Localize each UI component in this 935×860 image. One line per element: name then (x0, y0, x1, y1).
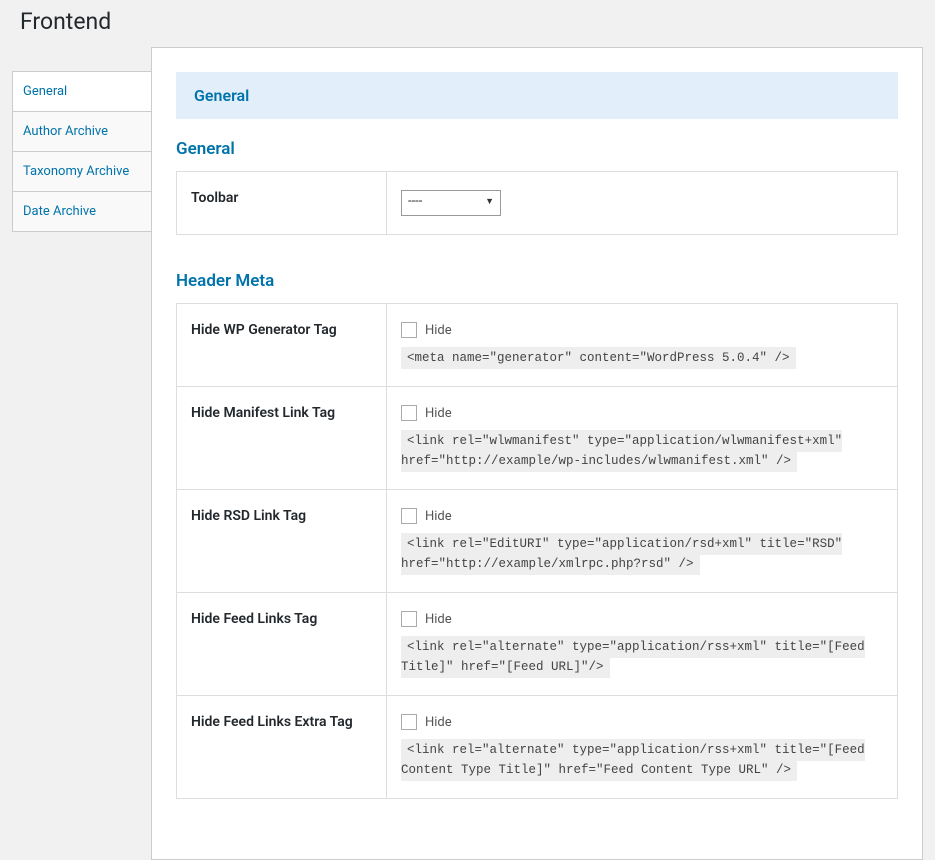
content-panel: General General Toolbar ---- Header Meta… (151, 47, 923, 860)
row-label: Hide Feed Links Tag (177, 593, 387, 696)
checkbox-label: Hide (425, 406, 452, 421)
sidebar: General Author Archive Taxonomy Archive … (12, 71, 152, 860)
checkbox-label: Hide (425, 715, 452, 730)
sidebar-item-taxonomy-archive[interactable]: Taxonomy Archive (12, 152, 152, 192)
checkbox-wrap: Hide (401, 508, 883, 524)
header-bar: General (176, 72, 898, 119)
header-meta-table: Hide WP Generator Tag Hide <meta name="g… (176, 303, 898, 799)
row-hide-wp-generator: Hide WP Generator Tag Hide <meta name="g… (177, 304, 898, 387)
sidebar-item-author-archive[interactable]: Author Archive (12, 112, 152, 152)
checkbox-hide-feed-links-extra[interactable] (401, 714, 417, 730)
code-snippet: <link rel="alternate" type="application/… (401, 636, 865, 678)
section-title-header-meta: Header Meta (176, 271, 898, 291)
section-title-general: General (176, 139, 898, 159)
row-hide-feed-links: Hide Feed Links Tag Hide <link rel="alte… (177, 593, 898, 696)
row-hide-feed-links-extra: Hide Feed Links Extra Tag Hide <link rel… (177, 696, 898, 799)
checkbox-hide-manifest[interactable] (401, 405, 417, 421)
row-label: Hide WP Generator Tag (177, 304, 387, 387)
row-label: Hide Manifest Link Tag (177, 387, 387, 490)
checkbox-wrap: Hide (401, 405, 883, 421)
code-snippet: <meta name="generator" content="WordPres… (401, 347, 796, 369)
main-wrap: General Author Archive Taxonomy Archive … (0, 47, 935, 860)
code-snippet: <link rel="alternate" type="application/… (401, 739, 865, 781)
row-hide-rsd: Hide RSD Link Tag Hide <link rel="EditUR… (177, 490, 898, 593)
checkbox-hide-rsd[interactable] (401, 508, 417, 524)
toolbar-select[interactable]: ---- (401, 190, 501, 216)
row-toolbar-label: Toolbar (177, 172, 387, 235)
checkbox-hide-wp-generator[interactable] (401, 322, 417, 338)
general-table: Toolbar ---- (176, 171, 898, 235)
checkbox-label: Hide (425, 509, 452, 524)
checkbox-wrap: Hide (401, 322, 883, 338)
checkbox-hide-feed-links[interactable] (401, 611, 417, 627)
checkbox-label: Hide (425, 612, 452, 627)
code-snippet: <link rel="EditURI" type="application/rs… (401, 533, 842, 575)
checkbox-wrap: Hide (401, 611, 883, 627)
checkbox-wrap: Hide (401, 714, 883, 730)
row-toolbar: Toolbar ---- (177, 172, 898, 235)
sidebar-item-date-archive[interactable]: Date Archive (12, 192, 152, 232)
code-snippet: <link rel="wlwmanifest" type="applicatio… (401, 430, 842, 472)
checkbox-label: Hide (425, 323, 452, 338)
row-hide-manifest: Hide Manifest Link Tag Hide <link rel="w… (177, 387, 898, 490)
page-title: Frontend (0, 0, 935, 47)
row-label: Hide RSD Link Tag (177, 490, 387, 593)
header-bar-title: General (194, 86, 249, 105)
sidebar-item-general[interactable]: General (12, 71, 152, 112)
row-label: Hide Feed Links Extra Tag (177, 696, 387, 799)
